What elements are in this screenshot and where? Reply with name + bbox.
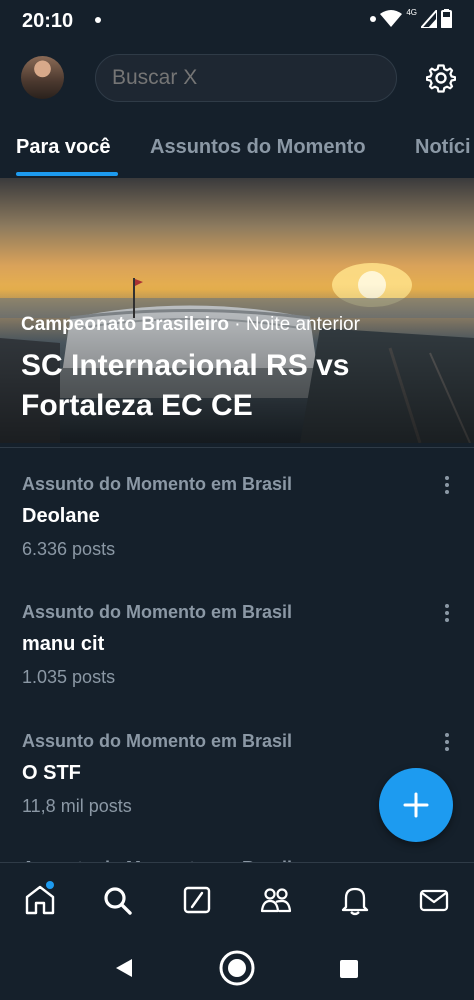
trend-context: Assunto do Momento em Brasil — [22, 602, 293, 622]
home-circle-icon[interactable] — [218, 949, 256, 987]
recents-icon[interactable] — [339, 959, 359, 979]
top-header — [0, 42, 474, 114]
bottom-navigation — [0, 862, 474, 938]
trend-count: 6.336 posts — [22, 539, 116, 559]
search-icon[interactable] — [100, 883, 134, 917]
hero-time: Noite anterior — [245, 314, 360, 335]
trend-count: 1.035 posts — [22, 667, 116, 687]
divider — [0, 447, 474, 448]
bell-icon[interactable] — [338, 883, 372, 917]
trend-item[interactable]: Assunto do Momento em Brasil Deolane 6.3… — [0, 474, 474, 602]
trend-name: Deolane — [22, 505, 100, 527]
hero-category: Campeonato Brasileiro — [21, 314, 229, 335]
status-bar: 20:10 4G — [0, 0, 474, 42]
back-icon[interactable] — [113, 957, 135, 979]
trend-name: O STF — [22, 762, 81, 784]
notification-dot-icon — [95, 17, 101, 23]
tab-assuntos-do-momento[interactable]: Assuntos do Momento — [150, 136, 366, 159]
tab-para-voce[interactable]: Para você — [16, 136, 111, 159]
tab-noticias[interactable]: Notíci — [415, 136, 471, 159]
home-notification-dot — [46, 881, 54, 889]
hero-meta: Campeonato Brasileiro · Noite anterior — [21, 314, 360, 336]
trend-count: 11,8 mil posts — [22, 796, 132, 816]
grok-icon[interactable] — [180, 883, 214, 917]
wifi-icon — [380, 9, 403, 27]
system-navigation-bar — [0, 938, 474, 1000]
trend-context: Assunto do Momento em Brasil — [22, 731, 293, 751]
battery-icon — [441, 9, 452, 28]
more-options-icon[interactable] — [440, 474, 454, 496]
dot-icon — [370, 15, 377, 22]
signal-icon — [421, 9, 437, 28]
mail-icon[interactable] — [417, 883, 451, 917]
status-icons: 4G — [370, 8, 452, 28]
search-input[interactable] — [95, 54, 397, 102]
trend-item[interactable]: Assunto do Momento em Brasil manu cit 1.… — [0, 602, 474, 730]
more-options-icon[interactable] — [440, 731, 454, 753]
plus-icon — [403, 792, 429, 818]
compose-button[interactable] — [379, 768, 453, 842]
hero-card[interactable]: Campeonato Brasileiro · Noite anterior S… — [0, 178, 474, 443]
hero-separator: · — [229, 314, 246, 335]
active-tab-indicator — [16, 172, 118, 176]
hero-title: SC Internacional RS vs Fortaleza EC CE — [21, 349, 350, 422]
more-options-icon[interactable] — [440, 602, 454, 624]
communities-icon[interactable] — [259, 883, 293, 917]
trend-context: Assunto do Momento em Brasil — [22, 474, 293, 494]
avatar[interactable] — [21, 56, 64, 99]
trend-name: manu cit — [22, 633, 105, 655]
tab-bar: Para você Assuntos do Momento Notíci — [0, 114, 474, 178]
network-type-label: 4G — [406, 8, 417, 17]
settings-gear-icon[interactable] — [426, 63, 456, 93]
status-time: 20:10 — [22, 10, 74, 32]
